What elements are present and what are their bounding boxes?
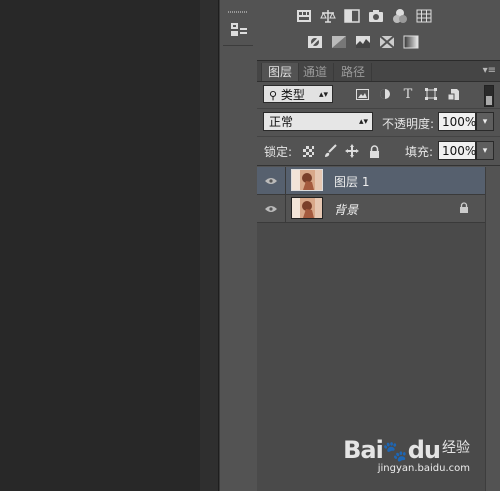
brightness-contrast-icon[interactable]: [295, 7, 313, 25]
layers-tabbar: 图层 通道 路径 ▾≡: [257, 61, 500, 82]
blend-mode-label: 正常: [269, 115, 294, 129]
visibility-eye-icon[interactable]: [257, 195, 286, 222]
lock-image-pixels-brush-icon[interactable]: [323, 144, 337, 158]
baidu-jingyan-watermark: Bai🐾du 经验 jingyan.baidu.com: [343, 436, 470, 474]
levels-balance-icon[interactable]: [319, 7, 337, 25]
divider: [257, 165, 500, 166]
lock-all-icon[interactable]: [367, 144, 381, 158]
dropdown-arrow-icon: ▴▾: [318, 90, 328, 100]
filter-kind-label: 类型: [280, 88, 305, 102]
adjustments-panel: [257, 0, 500, 61]
search-icon: ⚲: [269, 89, 278, 102]
paw-icon: 🐾: [382, 439, 408, 463]
watermark-brand-suffix: du: [407, 436, 441, 464]
exposure-icon[interactable]: [343, 7, 361, 25]
opacity-stepper-button[interactable]: ▾: [476, 112, 494, 131]
pixel-layer-filter-icon[interactable]: [355, 87, 369, 101]
watermark-jingyan: 经验: [442, 440, 470, 456]
invert-icon[interactable]: [306, 33, 324, 51]
blend-mode-dropdown[interactable]: 正常 ▴▾: [263, 112, 373, 131]
tab-paths[interactable]: 路径: [335, 63, 373, 81]
drag-grip[interactable]: [228, 11, 248, 13]
visibility-eye-icon[interactable]: [257, 167, 286, 194]
vibrance-camera-icon[interactable]: [367, 7, 385, 25]
filter-toggle-switch[interactable]: [484, 85, 494, 107]
type-layer-filter-icon[interactable]: T: [401, 87, 415, 102]
layer-row-layer1[interactable]: 图层 1: [257, 167, 485, 195]
gradient-map-icon[interactable]: [402, 33, 420, 51]
lock-label: 锁定:: [264, 145, 293, 159]
divider: [257, 108, 500, 109]
divider: [257, 136, 500, 137]
panel-menu-icon[interactable]: ▾≡: [483, 66, 496, 76]
layers-scrollbar[interactable]: [485, 167, 500, 491]
selective-color-icon[interactable]: [378, 33, 396, 51]
watermark-brand: Bai: [343, 436, 384, 464]
color-lookup-grid-icon[interactable]: [415, 7, 433, 25]
layer-name[interactable]: 背景: [334, 201, 358, 218]
fill-input[interactable]: 100%: [438, 141, 476, 160]
threshold-icon[interactable]: [354, 33, 372, 51]
panel-dock: 图层 通道 路径 ▾≡ ⚲ 类型 ▴▾ T 正常 ▴▾ 不透明度: 100% ▾: [257, 0, 500, 491]
lock-transparent-pixels-icon[interactable]: [301, 144, 315, 158]
watermark-url: jingyan.baidu.com: [377, 463, 470, 474]
strip-divider: [223, 45, 253, 46]
shape-layer-filter-icon[interactable]: [424, 87, 438, 101]
layer-lock-icon: [459, 202, 469, 217]
dropdown-arrow-icon: ▴▾: [358, 117, 368, 127]
layer-thumbnail[interactable]: [291, 169, 323, 191]
tab-layers[interactable]: 图层: [261, 63, 300, 81]
opacity-input[interactable]: 100%: [438, 112, 476, 131]
layer-name[interactable]: 图层 1: [334, 173, 369, 190]
adjustment-layer-filter-icon[interactable]: [378, 87, 392, 101]
properties-icon[interactable]: [230, 20, 248, 38]
panel-gutter: [200, 0, 219, 491]
layer-thumbnail[interactable]: [291, 197, 323, 219]
layer-row-background[interactable]: 背景: [257, 195, 485, 223]
hue-saturation-icon[interactable]: [391, 7, 409, 25]
fill-stepper-button[interactable]: ▾: [476, 141, 494, 160]
collapsed-panel-strip: [219, 0, 258, 491]
fill-label: 填充:: [405, 145, 434, 159]
opacity-label: 不透明度:: [382, 117, 435, 131]
smart-object-filter-icon[interactable]: [447, 87, 461, 101]
tab-channels[interactable]: 通道: [297, 63, 335, 81]
layer-filter-row: ⚲ 类型 ▴▾ T: [257, 82, 500, 108]
lock-position-move-icon[interactable]: [345, 144, 359, 158]
filter-kind-dropdown[interactable]: ⚲ 类型 ▴▾: [263, 85, 333, 103]
posterize-icon[interactable]: [330, 33, 348, 51]
canvas-area[interactable]: [0, 0, 200, 491]
